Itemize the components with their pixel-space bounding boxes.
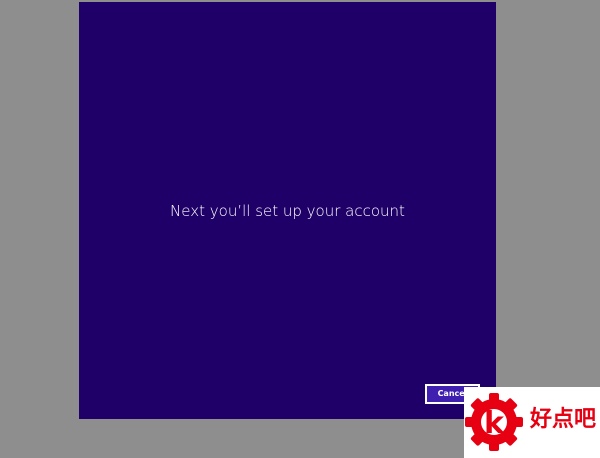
gear-logo-icon: k [465, 393, 523, 451]
watermark: k 好点吧 [464, 387, 600, 458]
watermark-text: 好点吧 [530, 407, 597, 432]
watermark-logo-letter: k [484, 406, 505, 441]
setup-panel: Next you’ll set up your account Cancel [79, 2, 496, 419]
setup-message: Next you’ll set up your account [170, 202, 405, 220]
